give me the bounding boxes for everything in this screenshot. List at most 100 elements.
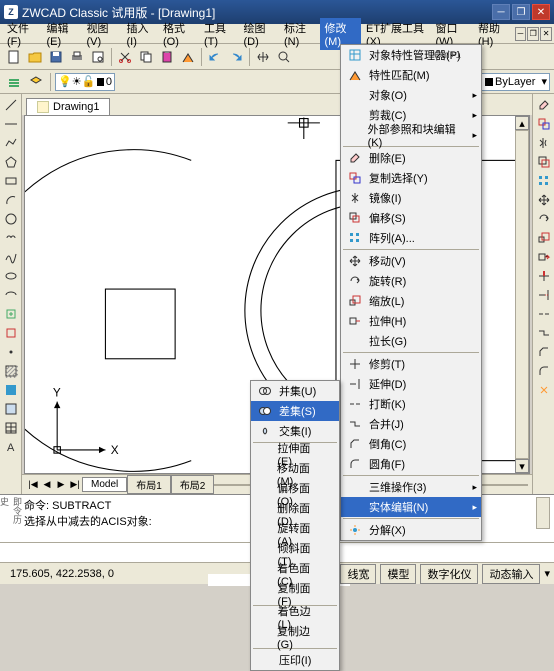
chamfer-tool[interactable] [535, 343, 553, 361]
menu-file[interactable]: 文件(F) [2, 18, 42, 50]
menu-tools[interactable]: 工具(T) [199, 18, 239, 50]
join-tool[interactable] [535, 324, 553, 342]
menu-view[interactable]: 视图(V) [82, 18, 122, 50]
modify-item-15[interactable]: 拉伸(H) [341, 311, 481, 331]
explode-tool[interactable] [535, 381, 553, 399]
text-tool[interactable]: A [2, 438, 20, 456]
menu-edit[interactable]: 编辑(E) [42, 18, 82, 50]
menu-draw[interactable]: 绘图(D) [239, 18, 280, 50]
modify-item-12[interactable]: 移动(V) [341, 251, 481, 271]
status-dyn[interactable]: 动态输入 [482, 564, 540, 584]
modify-item-2[interactable]: 对象(O)▸ [341, 85, 481, 105]
new-button[interactable] [4, 47, 24, 67]
copyobj-tool[interactable] [535, 115, 553, 133]
mdi-close[interactable]: ✕ [540, 27, 552, 41]
pan-button[interactable] [253, 47, 273, 67]
menu-insert[interactable]: 插入(I) [122, 18, 159, 50]
tab-nav-next[interactable]: ▶ [54, 477, 68, 493]
vertical-scrollbar[interactable] [515, 130, 529, 459]
modify-item-16[interactable]: 拉长(G) [341, 331, 481, 351]
modify-item-23[interactable]: 圆角(F) [341, 454, 481, 474]
arc-tool[interactable] [2, 191, 20, 209]
maximize-button[interactable]: ❐ [512, 4, 530, 20]
modify-item-0[interactable]: 对象特性管理器(P)Ctrl+1 [341, 45, 481, 65]
modify-item-21[interactable]: 合并(J) [341, 414, 481, 434]
mirror-tool[interactable] [535, 134, 553, 152]
layout-tab-2[interactable]: 布局2 [171, 475, 215, 494]
modify-item-9[interactable]: 偏移(S) [341, 208, 481, 228]
region-tool[interactable] [2, 400, 20, 418]
extend-tool[interactable] [535, 286, 553, 304]
mdi-restore[interactable]: ❐ [527, 27, 539, 41]
layer-combo[interactable]: 💡 ☀ 🔓 0 [55, 73, 115, 91]
modify-item-25[interactable]: 三维操作(3)▸ [341, 477, 481, 497]
polygon-tool[interactable] [2, 153, 20, 171]
break-tool[interactable] [535, 305, 553, 323]
ellipse-tool[interactable] [2, 267, 20, 285]
undo-button[interactable] [205, 47, 225, 67]
modify-item-26[interactable]: 实体编辑(N)▸ [341, 497, 481, 517]
hatch-tool[interactable] [2, 362, 20, 380]
layout-tab-model[interactable]: Model [82, 477, 127, 492]
cut-button[interactable] [115, 47, 135, 67]
preview-button[interactable] [88, 47, 108, 67]
tab-nav-last[interactable]: ▶| [68, 477, 82, 493]
scroll-up-button[interactable]: ▴ [515, 116, 529, 130]
modify-item-6[interactable]: 删除(E) [341, 148, 481, 168]
zoom-button[interactable] [274, 47, 294, 67]
color-combo[interactable]: ByLayer ▾ [480, 73, 550, 91]
xline-tool[interactable] [2, 115, 20, 133]
paste-button[interactable] [157, 47, 177, 67]
modify-item-7[interactable]: 复制选择(Y) [341, 168, 481, 188]
rotate-tool[interactable] [535, 210, 553, 228]
mdi-minimize[interactable]: ─ [515, 27, 527, 41]
spline-tool[interactable] [2, 248, 20, 266]
scroll-down-button[interactable]: ▾ [515, 459, 529, 473]
menu-dimension[interactable]: 标注(N) [279, 18, 320, 50]
solidedit-item-11[interactable]: 复制面(F) [251, 584, 339, 604]
tab-nav-prev[interactable]: ◀ [40, 477, 54, 493]
open-button[interactable] [25, 47, 45, 67]
copy-button[interactable] [136, 47, 156, 67]
status-tablet[interactable]: 数字化仪 [420, 564, 478, 584]
modify-item-8[interactable]: 镜像(I) [341, 188, 481, 208]
solidedit-item-0[interactable]: 并集(U) [251, 381, 339, 401]
layer-button[interactable] [26, 72, 46, 92]
trim-tool[interactable] [535, 267, 553, 285]
fillet-tool[interactable] [535, 362, 553, 380]
close-button[interactable]: ✕ [532, 4, 550, 20]
array-tool[interactable] [535, 172, 553, 190]
menu-format[interactable]: 格式(O) [158, 18, 199, 50]
tab-nav-first[interactable]: |◀ [26, 477, 40, 493]
chevron-down-icon[interactable]: ▾ [544, 567, 550, 580]
save-button[interactable] [46, 47, 66, 67]
stretch-tool[interactable] [535, 248, 553, 266]
status-lwt[interactable]: 线宽 [340, 564, 376, 584]
modify-item-13[interactable]: 旋转(R) [341, 271, 481, 291]
match-button[interactable] [178, 47, 198, 67]
ellipsearc-tool[interactable] [2, 286, 20, 304]
solidedit-item-1[interactable]: 差集(S) [251, 401, 339, 421]
insert-tool[interactable] [2, 305, 20, 323]
point-tool[interactable] [2, 343, 20, 361]
rect-tool[interactable] [2, 172, 20, 190]
modify-item-10[interactable]: 阵列(A)... [341, 228, 481, 248]
cmd-scrollbar[interactable] [536, 497, 550, 529]
status-model[interactable]: 模型 [380, 564, 416, 584]
line-tool[interactable] [2, 96, 20, 114]
print-button[interactable] [67, 47, 87, 67]
modify-item-14[interactable]: 缩放(L) [341, 291, 481, 311]
modify-item-22[interactable]: 倒角(C) [341, 434, 481, 454]
circle-tool[interactable] [2, 210, 20, 228]
solidedit-item-14[interactable]: 复制边(G) [251, 627, 339, 647]
erase-tool[interactable] [535, 96, 553, 114]
modify-item-18[interactable]: 修剪(T) [341, 354, 481, 374]
gradient-tool[interactable] [2, 381, 20, 399]
scale-tool[interactable] [535, 229, 553, 247]
move-tool[interactable] [535, 191, 553, 209]
modify-item-19[interactable]: 延伸(D) [341, 374, 481, 394]
solidedit-item-16[interactable]: 压印(I) [251, 650, 339, 670]
layout-tab-1[interactable]: 布局1 [127, 475, 171, 494]
doc-tab-drawing1[interactable]: Drawing1 [26, 98, 110, 115]
modify-item-4[interactable]: 外部参照和块编辑(K)▸ [341, 125, 481, 145]
